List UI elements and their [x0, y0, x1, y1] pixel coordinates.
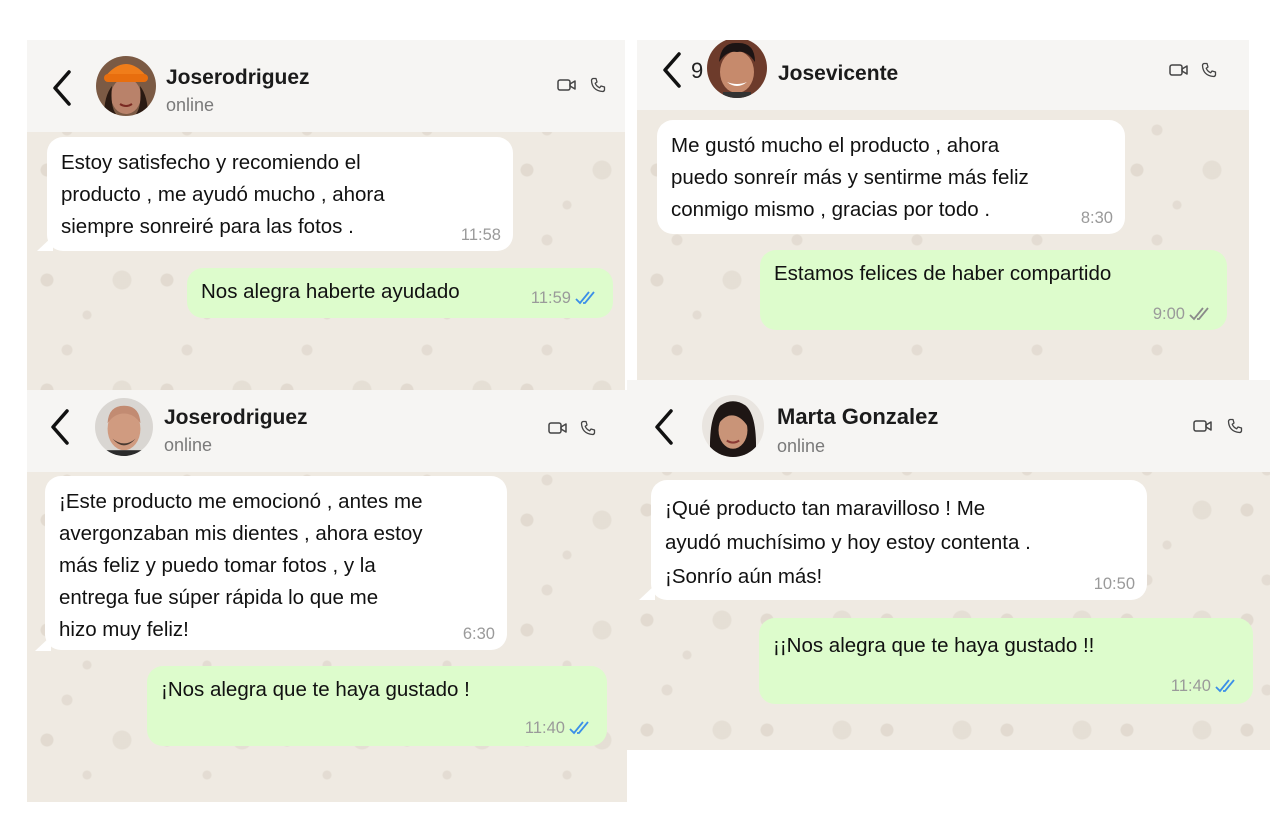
contact-status: online [164, 435, 213, 455]
contact-status: online [777, 436, 826, 456]
message-text: ¡Qué producto tan maravilloso ! Me ayudó… [665, 497, 1031, 588]
incoming-message[interactable]: ¡Qué producto tan maravilloso ! Me ayudó… [651, 480, 1147, 600]
video-call-icon[interactable] [548, 421, 568, 435]
chat-header: Marta Gonzalez online [627, 380, 1270, 472]
chat-panel-1: Joserodriguez online Estoy satisfecho y … [27, 40, 625, 390]
incoming-message[interactable]: Me gustó mucho el producto , ahora puedo… [657, 120, 1125, 234]
contact-avatar[interactable] [95, 398, 153, 456]
contact-status: online [166, 95, 215, 115]
message-text: ¡¡Nos alegra que te haya gustado !! [773, 634, 1095, 657]
outgoing-message[interactable]: Estamos felices de haber compartido 9:00 [760, 250, 1227, 330]
read-double-check-icon [569, 720, 595, 736]
incoming-message[interactable]: ¡Este producto me emocionó , antes me av… [45, 476, 507, 650]
message-meta: 11:58 [461, 225, 501, 245]
bubble-tail [35, 636, 51, 651]
contact-name[interactable]: Joserodriguez [166, 66, 310, 90]
phone-call-icon[interactable] [590, 77, 606, 93]
message-text: Nos alegra haberte ayudado [201, 280, 460, 303]
message-text: Estoy satisfecho y recomiendo el product… [61, 151, 385, 238]
video-call-icon[interactable] [1193, 419, 1213, 433]
video-call-icon[interactable] [1169, 63, 1189, 77]
message-time: 11:59 [530, 289, 571, 307]
chat-panel-4: Marta Gonzalez online ¡Qué producto tan … [627, 380, 1270, 750]
chat-header: Joserodriguez online [27, 40, 625, 132]
message-text: ¡Nos alegra que te haya gustado ! [161, 678, 470, 701]
read-double-check-icon [1215, 678, 1241, 694]
delivered-double-check-icon [1189, 306, 1215, 322]
contact-name[interactable]: Josevicente [778, 62, 898, 86]
incoming-message[interactable]: Estoy satisfecho y recomiendo el product… [47, 137, 513, 251]
message-meta: 6:30 [463, 624, 495, 644]
message-text: Me gustó mucho el producto , ahora puedo… [671, 134, 1029, 221]
back-arrow-icon[interactable] [49, 68, 75, 108]
message-meta: 11:40 [1171, 676, 1241, 696]
chat-header: Joserodriguez online [27, 390, 627, 472]
contact-avatar[interactable] [702, 395, 764, 457]
phone-call-icon[interactable] [1227, 418, 1243, 434]
bubble-tail [639, 585, 655, 600]
chat-panel-3: Joserodriguez online ¡Este producto me e… [27, 390, 627, 802]
chat-header: 9 Josevicente [637, 40, 1249, 110]
back-arrow-icon[interactable] [651, 407, 677, 447]
read-double-check-icon [575, 290, 601, 306]
back-arrow-icon[interactable] [659, 50, 685, 90]
bubble-tail [37, 236, 53, 251]
message-time: 6:30 [462, 625, 495, 643]
chat-panel-2: 9 Josevicente Me gustó mucho el producto… [637, 40, 1249, 385]
message-time: 11:40 [524, 719, 565, 737]
back-arrow-icon[interactable] [47, 407, 73, 447]
contact-avatar[interactable] [707, 40, 767, 98]
phone-call-icon[interactable] [580, 420, 596, 436]
message-meta: 8:30 [1081, 208, 1113, 228]
message-time: 9:00 [1152, 305, 1185, 323]
message-text: ¡Este producto me emocionó , antes me av… [59, 490, 423, 641]
message-text: Estamos felices de haber compartido [774, 262, 1112, 285]
outgoing-message[interactable]: ¡¡Nos alegra que te haya gustado !! 11:4… [759, 618, 1253, 704]
contact-name[interactable]: Joserodriguez [164, 406, 308, 430]
unread-count: 9 [691, 58, 704, 83]
outgoing-message[interactable]: Nos alegra haberte ayudado 11:59 [187, 268, 613, 318]
message-time: 11:58 [460, 226, 501, 244]
message-meta: 10:50 [1094, 574, 1135, 594]
message-meta: 9:00 [1153, 304, 1215, 324]
message-meta: 11:59 [531, 288, 601, 308]
message-time: 11:40 [1170, 677, 1211, 695]
phone-call-icon[interactable] [1201, 62, 1217, 78]
outgoing-message[interactable]: ¡Nos alegra que te haya gustado ! 11:40 [147, 666, 607, 746]
message-time: 8:30 [1080, 209, 1113, 227]
message-time: 10:50 [1093, 575, 1135, 593]
video-call-icon[interactable] [557, 78, 577, 92]
contact-name[interactable]: Marta Gonzalez [777, 404, 938, 430]
message-meta: 11:40 [525, 718, 595, 738]
contact-avatar[interactable] [96, 56, 156, 116]
